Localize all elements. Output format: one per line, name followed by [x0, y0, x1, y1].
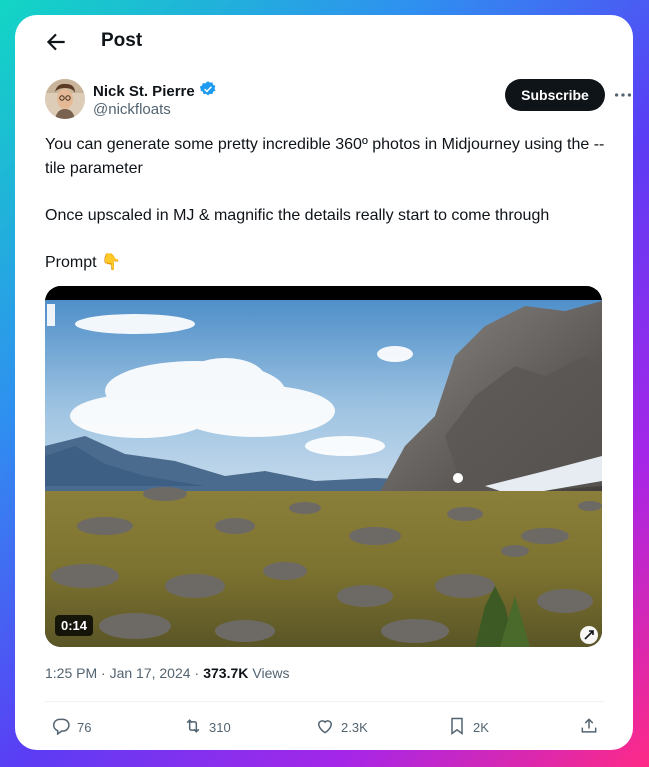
views-label: Views: [252, 665, 290, 681]
verified-badge-icon: [199, 80, 217, 103]
repost-count: 310: [209, 720, 231, 735]
bookmark-count: 2K: [473, 720, 489, 735]
repost-button[interactable]: 310: [183, 716, 231, 739]
author-row: Nick St. Pierre @nickfloats Subscribe: [45, 79, 632, 123]
views-count: 373.7K: [203, 665, 249, 681]
name-row: Nick St. Pierre: [93, 80, 217, 103]
reply-icon: [51, 716, 71, 739]
reply-button[interactable]: 76: [51, 716, 91, 739]
more-horizontal-icon[interactable]: [612, 84, 633, 106]
author-handle[interactable]: @nickfloats: [93, 101, 171, 118]
video-duration: 0:14: [55, 615, 94, 636]
share-icon: [579, 716, 599, 739]
page-title: Post: [101, 30, 143, 51]
subscribe-button[interactable]: Subscribe: [505, 79, 605, 111]
repost-icon: [183, 716, 203, 739]
like-count: 2.3K: [341, 720, 368, 735]
post-paragraph: Once upscaled in MJ & magnific the detai…: [45, 207, 550, 224]
video-player[interactable]: 0:14: [45, 286, 602, 647]
like-icon: [315, 716, 335, 739]
top-bar: Post: [15, 15, 633, 71]
avatar[interactable]: [45, 79, 85, 119]
post-card: Post Nick St. Pierre @nickfloats Subscri…: [15, 15, 633, 750]
share-button[interactable]: [579, 716, 599, 739]
post-timestamp[interactable]: 1:25 PM · Jan 17, 2024: [45, 665, 191, 681]
arrow-left-icon[interactable]: [43, 29, 69, 55]
author-name[interactable]: Nick St. Pierre: [93, 83, 195, 100]
expand-icon[interactable]: [580, 626, 598, 644]
post-paragraph: Prompt 👇: [45, 254, 121, 271]
meta-separator: ·: [194, 665, 200, 681]
video-thumbnail: [45, 286, 602, 647]
action-bar: 76 310 2.3K 2K: [45, 701, 605, 748]
reply-count: 76: [77, 720, 92, 735]
like-button[interactable]: 2.3K: [315, 716, 368, 739]
post-meta: 1:25 PM · Jan 17, 2024 · 373.7K Views: [45, 665, 289, 681]
bookmark-icon: [447, 716, 467, 739]
bookmark-button[interactable]: 2K: [447, 716, 489, 739]
post-paragraph: You can generate some pretty incredible …: [45, 136, 605, 177]
post-text: You can generate some pretty incredible …: [45, 133, 605, 275]
